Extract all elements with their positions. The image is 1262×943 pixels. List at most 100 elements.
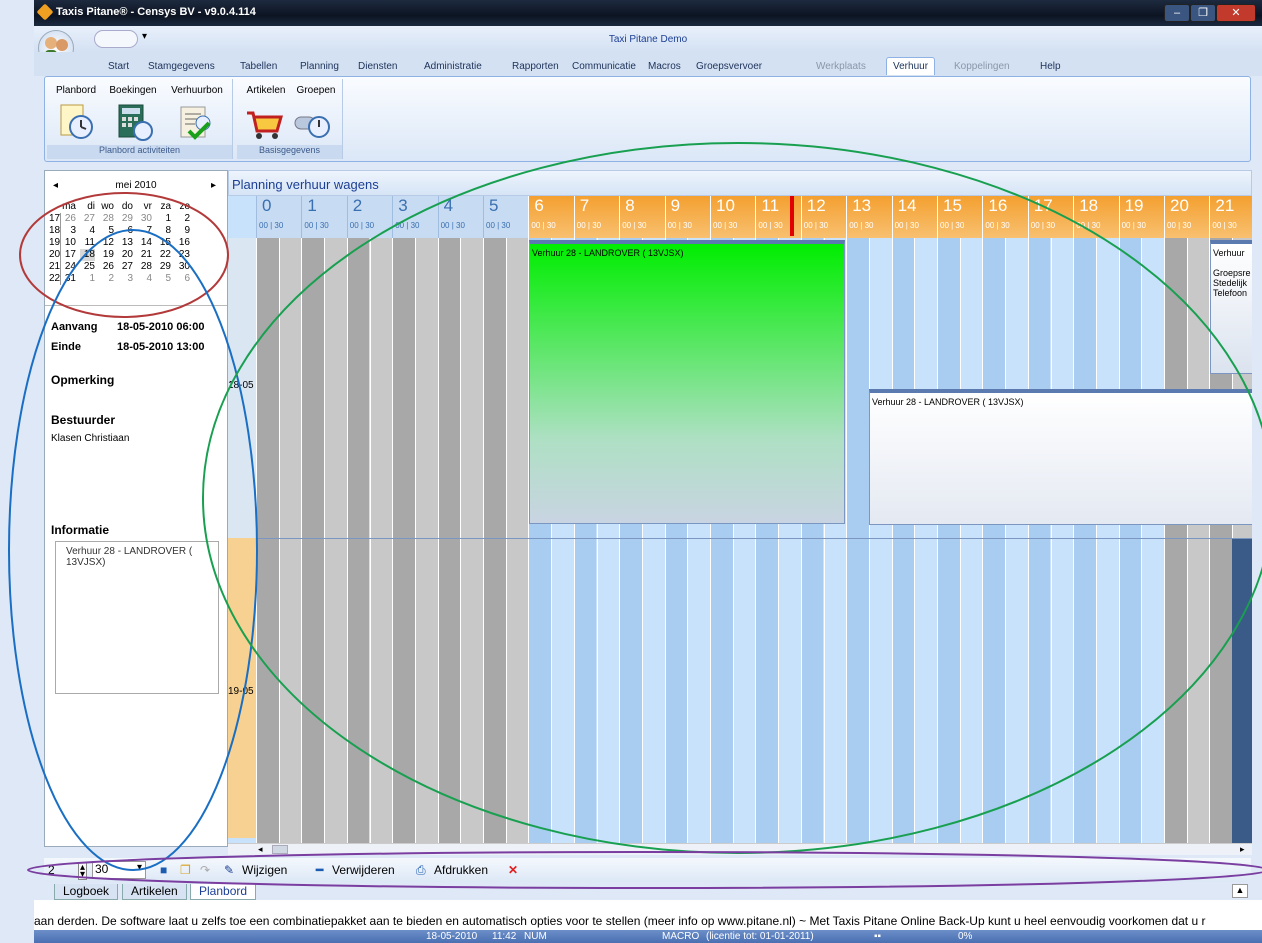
half-hour-column[interactable] — [505, 238, 529, 843]
half-hour-column[interactable] — [959, 238, 983, 843]
tab-administratie[interactable]: Administratie — [424, 61, 482, 72]
calendar-day[interactable]: 24 — [61, 261, 76, 273]
edit-icon[interactable]: ✎ — [224, 863, 234, 877]
tab-diensten[interactable]: Diensten — [358, 61, 397, 72]
scroll-thumb[interactable] — [272, 845, 288, 854]
tab-stamgegevens[interactable]: Stamgegevens — [148, 61, 215, 72]
calendar-day[interactable]: 6 — [175, 273, 190, 285]
calendar-day[interactable]: 27 — [80, 213, 95, 225]
half-hour-column[interactable] — [1186, 238, 1210, 843]
calendar-day[interactable]: 2 — [175, 213, 190, 225]
half-hour-column[interactable] — [846, 238, 869, 843]
half-hour-column[interactable] — [1095, 238, 1119, 843]
copy-icon[interactable]: ❐ — [180, 863, 191, 877]
calendar-day[interactable]: 3 — [61, 225, 76, 237]
half-hour-column[interactable] — [483, 238, 506, 843]
half-hour-column[interactable] — [914, 238, 937, 843]
half-hour-column[interactable] — [891, 238, 915, 843]
restore-button[interactable]: ❐ — [1190, 4, 1216, 22]
planbord-clock-icon[interactable] — [57, 103, 97, 143]
tab-tabellen[interactable]: Tabellen — [240, 61, 277, 72]
calendar-day[interactable]: 14 — [137, 237, 152, 249]
calendar-day-selected[interactable]: 18 — [80, 249, 95, 261]
half-hour-column[interactable] — [369, 238, 393, 843]
calendar-day[interactable]: 12 — [99, 237, 114, 249]
vertical-scrollbar-region[interactable] — [1232, 539, 1252, 843]
horizontal-scrollbar[interactable]: ◂ ▸ — [228, 843, 1252, 855]
calendar-day[interactable]: 1 — [80, 273, 95, 285]
calendar-day[interactable]: 30 — [175, 261, 190, 273]
row-header-18-05[interactable]: 18-05 — [228, 238, 256, 538]
wijzigen-button[interactable]: Wijzigen — [242, 863, 287, 877]
spinner-arrows-icon[interactable]: ▴ ▾ — [78, 862, 88, 880]
half-hour-column[interactable] — [1050, 238, 1074, 843]
tab-logboek[interactable]: Logboek — [54, 884, 119, 900]
calendar-day[interactable]: 27 — [118, 261, 133, 273]
minimize-button[interactable]: – — [1164, 4, 1190, 22]
planbord-button[interactable]: Planbord — [51, 85, 101, 96]
next-month-button[interactable]: ▸ — [211, 180, 216, 191]
calendar-day[interactable]: 6 — [118, 225, 133, 237]
half-hour-column[interactable] — [868, 238, 892, 843]
customize-dropdown-icon[interactable]: ▾ — [142, 31, 147, 42]
calendar-day[interactable]: 17 — [61, 249, 76, 261]
document-check-icon[interactable] — [175, 103, 215, 143]
calendar-day[interactable]: 2 — [99, 273, 114, 285]
redo-icon[interactable]: ↷ — [200, 863, 210, 877]
calendar-day[interactable]: 15 — [156, 237, 171, 249]
tab-artikelen[interactable]: Artikelen — [122, 884, 187, 900]
tab-verhuur[interactable]: Verhuur — [886, 57, 936, 75]
calendar-day[interactable]: 29 — [156, 261, 171, 273]
half-hour-column[interactable] — [346, 238, 370, 843]
calendar-day[interactable]: 22 — [156, 249, 171, 261]
calendar-day[interactable]: 5 — [156, 273, 171, 285]
groups-clock-icon[interactable] — [293, 103, 333, 143]
calendar-day[interactable]: 10 — [61, 237, 76, 249]
verwijderen-button[interactable]: Verwijderen — [332, 863, 395, 877]
calendar-day[interactable]: 4 — [137, 273, 152, 285]
calendar-day[interactable]: 11 — [80, 237, 95, 249]
calendar-day[interactable]: 31 — [61, 273, 76, 285]
calculator-clock-icon[interactable] — [115, 103, 155, 143]
calendar-day[interactable]: 13 — [118, 237, 133, 249]
informatie-textbox[interactable]: Verhuur 28 - LANDROVER ( 13VJSX) — [55, 541, 219, 694]
tab-planbord[interactable]: Planbord — [190, 884, 257, 900]
tab-help[interactable]: Help — [1040, 61, 1061, 72]
tab-macros[interactable]: Macros — [648, 61, 681, 72]
tab-groepsvervoer[interactable]: Groepsvervoer — [696, 61, 762, 72]
calendar-day[interactable]: 21 — [137, 249, 152, 261]
half-hour-column[interactable] — [301, 238, 325, 843]
calendar-day[interactable]: 8 — [156, 225, 171, 237]
half-hour-column[interactable] — [1141, 238, 1164, 843]
afdrukken-button[interactable]: Afdrukken — [434, 863, 488, 877]
calendar-day[interactable]: 26 — [99, 261, 114, 273]
half-hour-column[interactable] — [1005, 238, 1028, 843]
tab-rapporten[interactable]: Rapporten — [512, 61, 559, 72]
scroll-right-icon[interactable]: ▸ — [1240, 844, 1245, 855]
remove-icon[interactable]: ━ — [316, 863, 323, 877]
half-hour-column[interactable] — [437, 238, 461, 843]
scroll-left-icon[interactable]: ◂ — [258, 844, 263, 855]
calendar-day[interactable]: 7 — [137, 225, 152, 237]
verhuurbon-button[interactable]: Verhuurbon — [165, 85, 229, 96]
rental-event-partial[interactable]: Verhuur Groepsre Stedelijk Telefoon — [1210, 240, 1252, 374]
half-hour-column[interactable] — [392, 238, 415, 843]
half-hour-column[interactable] — [1164, 238, 1187, 843]
half-hour-column[interactable] — [1073, 238, 1096, 843]
calendar-day[interactable]: 23 — [175, 249, 190, 261]
calendar-day[interactable]: 20 — [118, 249, 133, 261]
collapse-up-icon[interactable]: ▲ — [1232, 884, 1248, 898]
tab-communicatie[interactable]: Communicatie — [572, 61, 636, 72]
printer-icon[interactable]: ⎙ — [416, 863, 426, 878]
calendar-day[interactable]: 25 — [80, 261, 95, 273]
half-hour-column[interactable] — [1027, 238, 1051, 843]
half-hour-column[interactable] — [937, 238, 960, 843]
groepen-button[interactable]: Groepen — [293, 85, 339, 96]
quick-access-button[interactable] — [94, 30, 138, 48]
calendar-day[interactable]: 28 — [99, 213, 114, 225]
calendar-day[interactable]: 1 — [156, 213, 171, 225]
half-hour-column[interactable] — [982, 238, 1006, 843]
rental-event-green[interactable]: Verhuur 28 - LANDROVER ( 13VJSX) — [529, 240, 845, 524]
tab-werkplaats[interactable]: Werkplaats — [816, 61, 866, 72]
close-button[interactable]: ✕ — [1216, 4, 1256, 22]
